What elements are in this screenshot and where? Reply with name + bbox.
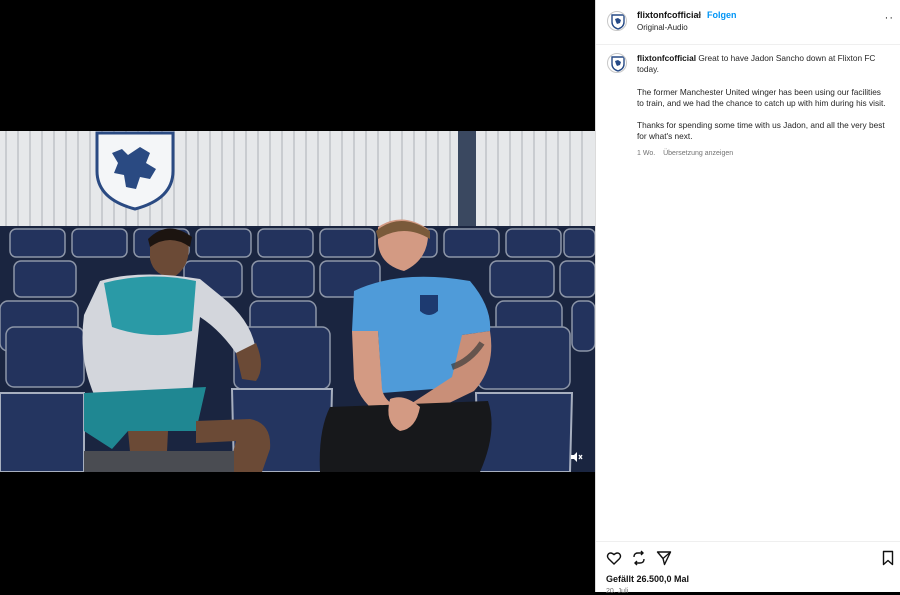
caption-paragraph: Thanks for spending some time with us Ja… — [637, 120, 885, 142]
video-frame-image — [0, 131, 595, 472]
likes-count[interactable]: Gefällt 26.500,0 Mal — [606, 574, 689, 584]
caption-paragraph: The former Manchester United winger has … — [637, 86, 886, 108]
muted-speaker-icon — [571, 452, 583, 462]
repost-icon — [633, 550, 645, 566]
post-panel: flixtonfcofficial • Folgen Original-Audi… — [595, 0, 900, 595]
separator-dot: • — [698, 10, 702, 20]
caption-paragraph: flixtonfcofficial Great to have Jadon Sa… — [637, 53, 887, 76]
bookmark-icon — [882, 550, 894, 566]
post-header: flixtonfcofficial • Folgen Original-Audi… — [596, 0, 900, 45]
action-bar — [596, 541, 900, 572]
caption-avatar[interactable] — [607, 53, 627, 73]
caption-username[interactable]: flixtonfcofficial — [637, 53, 696, 63]
avatar[interactable] — [607, 11, 627, 31]
post-username[interactable]: flixtonfcofficial — [637, 10, 701, 20]
post-age[interactable]: 1 Wo. — [637, 150, 655, 157]
translate-link[interactable]: Übersetzung anzeigen — [663, 150, 733, 157]
repost-button[interactable] — [631, 550, 647, 566]
flixton-crest-icon — [611, 14, 625, 30]
mute-button[interactable] — [569, 450, 583, 464]
share-button[interactable] — [656, 550, 672, 566]
save-button[interactable] — [880, 550, 896, 566]
like-button[interactable] — [606, 550, 622, 566]
post-caption: flixtonfcofficial Great to have Jadon Sa… — [637, 53, 887, 159]
flixton-crest-icon — [611, 56, 625, 72]
send-icon — [656, 551, 672, 566]
more-options-button[interactable]: ·· — [885, 12, 894, 24]
audio-label[interactable]: Original-Audio — [637, 23, 688, 32]
video-player[interactable] — [0, 131, 595, 472]
video-pane[interactable] — [0, 0, 595, 592]
caption-meta: 1 Wo. Übersetzung anzeigen — [637, 148, 887, 159]
follow-button[interactable]: Folgen — [707, 10, 737, 20]
heart-icon — [606, 552, 622, 565]
